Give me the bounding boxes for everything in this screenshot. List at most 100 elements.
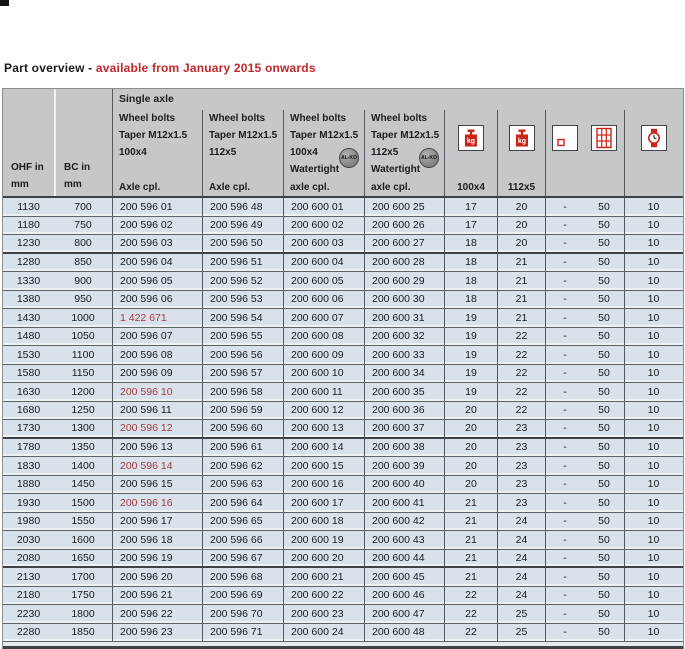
cell-dash-col: - <box>545 365 584 383</box>
alko-badge-icon: AL-KO <box>419 148 439 168</box>
cell-watertight-100x4: 200 600 08 <box>283 328 364 346</box>
cell-watertight-100x4: 200 600 12 <box>283 402 364 420</box>
cell-dash-col: - <box>545 291 584 309</box>
table-row: 15301100200 596 08200 596 56200 600 0920… <box>3 346 683 365</box>
cell-watertight-100x4: 200 600 05 <box>283 272 364 290</box>
table-row: 15801150200 596 09200 596 57200 600 1020… <box>3 365 683 384</box>
cell-watertight-112x5: 200 600 46 <box>364 587 444 605</box>
cell-watertight-100x4: 200 600 14 <box>283 439 364 457</box>
cell-watertight-100x4: 200 600 10 <box>283 365 364 383</box>
cell-axle-112x5: 200 596 51 <box>202 254 283 272</box>
header-watertight-100x4: Wheel bolts Taper M12x1.5 100x4 Watertig… <box>283 110 364 196</box>
header-text: Taper M12x1.5 <box>119 127 202 144</box>
cell-watertight-112x5: 200 600 29 <box>364 272 444 290</box>
cell-pack-col: 50 <box>584 365 624 383</box>
cell-watertight-112x5: 200 600 34 <box>364 365 444 383</box>
cell-axle-100x4: 200 596 10 <box>112 383 202 401</box>
cell-bc: 900 <box>54 272 112 290</box>
cell-dash-col: - <box>545 346 584 364</box>
cell-weight-100x4: 21 <box>444 550 497 567</box>
cell-weight-100x4: 22 <box>444 587 497 605</box>
cell-watertight-100x4: 200 600 13 <box>283 420 364 437</box>
cell-bc: 850 <box>54 254 112 272</box>
cell-axle-112x5: 200 596 61 <box>202 439 283 457</box>
cell-axle-112x5: 200 596 50 <box>202 235 283 252</box>
cell-ohf: 1330 <box>3 272 54 290</box>
cell-ohf: 1680 <box>3 402 54 420</box>
cell-axle-112x5: 200 596 54 <box>202 309 283 327</box>
cell-weight-100x4: 18 <box>444 272 497 290</box>
cell-watertight-112x5: 200 600 28 <box>364 254 444 272</box>
cell-watertight-100x4: 200 600 11 <box>283 383 364 401</box>
cell-watertight-100x4: 200 600 15 <box>283 457 364 475</box>
cell-pack-col: 50 <box>584 624 624 642</box>
cell-axle-112x5: 200 596 66 <box>202 531 283 549</box>
header-weight-100x4-label: 100x4 <box>457 179 485 196</box>
cell-watertight-100x4: 200 600 01 <box>283 198 364 216</box>
cell-dash-col: - <box>545 587 584 605</box>
cell-axle-100x4: 200 596 01 <box>112 198 202 216</box>
cell-time-col: 10 <box>624 494 682 512</box>
cell-weight-112x5: 23 <box>497 457 545 475</box>
cell-time-col: 10 <box>624 217 682 235</box>
table-row: 22801850200 596 23200 596 71200 600 2420… <box>3 624 683 643</box>
cell-watertight-100x4: 200 600 21 <box>283 568 364 586</box>
cell-pack-col: 50 <box>584 494 624 512</box>
cell-ohf: 2280 <box>3 624 54 642</box>
cell-axle-112x5: 200 596 56 <box>202 346 283 364</box>
cell-ohf: 1580 <box>3 365 54 383</box>
cell-pack-col: 50 <box>584 531 624 549</box>
cell-pack-col: 50 <box>584 568 624 586</box>
cell-axle-112x5: 200 596 70 <box>202 605 283 623</box>
cell-weight-112x5: 23 <box>497 439 545 457</box>
cell-watertight-100x4: 200 600 04 <box>283 254 364 272</box>
cell-pack-col: 50 <box>584 439 624 457</box>
cell-time-col: 10 <box>624 605 682 623</box>
cell-ohf: 1380 <box>3 291 54 309</box>
cell-dash-col: - <box>545 457 584 475</box>
cell-watertight-112x5: 200 600 32 <box>364 328 444 346</box>
cell-weight-100x4: 19 <box>444 383 497 401</box>
cell-axle-112x5: 200 596 71 <box>202 624 283 642</box>
header-bc: BC in mm <box>54 89 112 196</box>
cell-pack-col: 50 <box>584 587 624 605</box>
header-text: Taper M12x1.5 <box>290 127 364 144</box>
cell-time-col: 10 <box>624 513 682 531</box>
cell-axle-100x4: 200 596 20 <box>112 568 202 586</box>
cell-time-col: 10 <box>624 254 682 272</box>
cell-ohf: 1880 <box>3 476 54 494</box>
small-box-icon <box>552 125 578 151</box>
page-title-black: Part overview - <box>4 61 92 75</box>
cell-dash-col: - <box>545 494 584 512</box>
cell-weight-100x4: 18 <box>444 235 497 252</box>
cell-axle-100x4: 200 596 04 <box>112 254 202 272</box>
cell-weight-112x5: 21 <box>497 309 545 327</box>
cell-axle-100x4: 200 596 17 <box>112 513 202 531</box>
cell-axle-112x5: 200 596 68 <box>202 568 283 586</box>
cell-dash-col: - <box>545 550 584 567</box>
cell-weight-100x4: 21 <box>444 531 497 549</box>
cell-watertight-100x4: 200 600 19 <box>283 531 364 549</box>
table-row: 19301500200 596 16200 596 64200 600 1720… <box>3 494 683 513</box>
cell-weight-100x4: 20 <box>444 457 497 475</box>
cell-weight-112x5: 22 <box>497 346 545 364</box>
header-text: 112x5 <box>209 144 283 161</box>
page-corner-mark <box>0 0 9 6</box>
table-row: 20801650200 596 19200 596 67200 600 2020… <box>3 550 683 569</box>
cell-axle-112x5: 200 596 53 <box>202 291 283 309</box>
cell-pack-col: 50 <box>584 402 624 420</box>
cell-axle-100x4: 200 596 03 <box>112 235 202 252</box>
cell-bc: 1300 <box>54 420 112 437</box>
header-small-pack <box>545 110 584 196</box>
cell-weight-112x5: 21 <box>497 254 545 272</box>
header-text: Taper M12x1.5 <box>371 127 444 144</box>
cell-bc: 1650 <box>54 550 112 567</box>
cell-pack-col: 50 <box>584 328 624 346</box>
table-row: 17801350200 596 13200 596 61200 600 1420… <box>3 439 683 458</box>
cell-axle-100x4: 200 596 05 <box>112 272 202 290</box>
cell-axle-112x5: 200 596 58 <box>202 383 283 401</box>
cell-bc: 1450 <box>54 476 112 494</box>
header-ohf-line2: mm <box>11 176 54 193</box>
cell-axle-100x4: 200 596 09 <box>112 365 202 383</box>
header-ohf: OHF in mm <box>3 89 54 196</box>
